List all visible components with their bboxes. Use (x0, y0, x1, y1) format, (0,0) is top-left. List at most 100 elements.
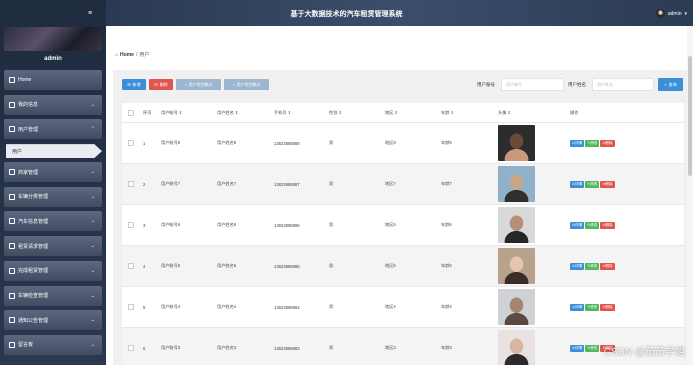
gender-stats-button-2[interactable]: < 用户性别统计 (224, 79, 269, 90)
chevron-down-icon: ⌄ (90, 193, 95, 200)
header-checkbox-cell (122, 109, 140, 116)
sidebar-subitem-user[interactable]: 用户 (6, 144, 102, 159)
scrollbar-thumb[interactable] (688, 56, 692, 176)
search-account-input[interactable]: 用户账号 (501, 78, 564, 91)
cell-gender: 男 (329, 140, 334, 145)
home-icon (9, 77, 15, 83)
row-checkbox[interactable] (128, 181, 134, 187)
detail-button[interactable]: ⊙ 详情 (570, 262, 585, 270)
cell-name: 用户姓名3 (217, 345, 237, 350)
gender-stats-label: 用户性别统计 (188, 81, 213, 87)
cell-age: 年龄4 (441, 304, 452, 309)
row-checkbox[interactable] (128, 222, 134, 228)
sidebar-item-1[interactable]: 我的信息 ⌄ (4, 94, 102, 115)
message-icon (9, 341, 15, 348)
column-header[interactable]: 年龄 ⇕ (438, 110, 495, 116)
row-checkbox[interactable] (128, 140, 134, 146)
scrollbar[interactable] (687, 26, 693, 365)
cell-photo (495, 125, 567, 161)
cell-gender: 男 (329, 181, 334, 186)
column-header[interactable]: 头像 ⇕ (495, 110, 567, 116)
cell-photo (495, 289, 567, 325)
cell-age: 年龄8 (441, 140, 452, 145)
cell-phone: 13823888885 (274, 263, 300, 269)
gender-stats-button[interactable]: < 用户性别统计 (176, 79, 221, 90)
chevron-down-icon: ⌄ (90, 292, 95, 299)
sidebar-item-4[interactable]: 车辆分类管理 ⌄ (4, 186, 102, 207)
row-checkbox[interactable] (128, 304, 134, 310)
edit-button[interactable]: ✎ 修改 (585, 139, 600, 147)
search-button[interactable]: ⌕ 查询 (658, 78, 683, 91)
edit-button[interactable]: ✎ 修改 (585, 303, 600, 311)
cell-actions: ⊙ 详情 ✎ 修改 ✕ 删除 (567, 180, 684, 188)
column-header[interactable]: 用户姓名 ⇕ (214, 110, 271, 116)
detail-button[interactable]: ⊙ 详情 (570, 139, 585, 147)
cell-phone: 13823888884 (274, 304, 300, 310)
detail-button[interactable]: ⊙ 详情 (570, 344, 585, 352)
cell-no: 5 (143, 304, 146, 310)
user-avatar-photo (498, 248, 535, 284)
sidebar-item-9[interactable]: 通知公告管理 ⌄ (4, 310, 102, 331)
edit-button[interactable]: ✎ 修改 (585, 221, 600, 229)
cell-age: 年龄3 (441, 345, 452, 350)
sidebar-item-0[interactable]: Home (4, 70, 102, 90)
cell-no: 3 (143, 222, 146, 228)
edit-button[interactable]: ✎ 修改 (585, 262, 600, 270)
column-header[interactable]: 性别 ⇕ (326, 110, 382, 116)
cell-actions: ⊙ 详情 ✎ 修改 ✕ 删除 (567, 303, 684, 311)
column-header[interactable]: 用户账号 ⇕ (158, 110, 214, 116)
cell-gender: 男 (329, 304, 334, 309)
sidebar-item-10[interactable]: 留言板 ⌄ (4, 334, 102, 355)
search-name-input[interactable]: 用户姓名 (592, 78, 654, 91)
column-header[interactable]: 手机号 ⇕ (271, 110, 326, 116)
edit-button[interactable]: ✎ 修改 (585, 344, 600, 352)
detail-button[interactable]: ⊙ 详情 (570, 221, 585, 229)
breadcrumb-home[interactable]: Home (120, 52, 134, 58)
column-header[interactable]: 地区 ⇕ (382, 110, 438, 116)
delete-label: 删除 (605, 222, 613, 227)
user-menu[interactable]: admin ▾ (655, 9, 687, 18)
breadcrumb-current: 用户 (139, 52, 150, 58)
top-bar: 基于大数据技术的汽车租赁管理系统 admin ▾ (106, 0, 693, 26)
cell-account: 用户账号7 (161, 181, 181, 186)
row-delete-button[interactable]: ✕ 删除 (600, 221, 615, 229)
select-all-checkbox[interactable] (128, 109, 134, 116)
watermark: CSDN @茄茄学姐 (603, 347, 685, 358)
cell-age: 年龄5 (441, 263, 452, 268)
row-checkbox-cell (122, 263, 140, 269)
sidebar-item-8[interactable]: 车辆检查管理 ⌄ (4, 285, 102, 306)
cell-account: 用户账号6 (161, 222, 181, 227)
edit-label: 修改 (590, 140, 598, 145)
column-header[interactable]: 序号 (140, 110, 158, 116)
sidebar-item-label: 我的信息 (18, 102, 39, 109)
cell-age: 年龄6 (441, 222, 452, 227)
row-delete-button[interactable]: ✕ 删除 (600, 262, 615, 270)
cell-actions: ⊙ 详情 ✎ 修改 ✕ 删除 (567, 221, 684, 229)
delete-label: 删除 (605, 304, 613, 309)
row-checkbox[interactable] (128, 345, 134, 351)
sidebar-item-3[interactable]: 商家管理 ⌄ (4, 162, 102, 183)
sidebar-item-6[interactable]: 租赁请求管理 ⌄ (4, 236, 102, 257)
detail-button[interactable]: ⊙ 详情 (570, 180, 585, 188)
detail-button[interactable]: ⊙ 详情 (570, 303, 585, 311)
sidebar-item-label: 租赁请求管理 (18, 243, 49, 250)
row-delete-button[interactable]: ✕ 删除 (600, 303, 615, 311)
row-checkbox[interactable] (128, 263, 134, 269)
sidebar-item-7[interactable]: 完成租赁管理 ⌄ (4, 260, 102, 281)
row-checkbox-cell (122, 345, 140, 351)
sidebar-item-2[interactable]: 用户管理 ⌃ (4, 119, 102, 140)
sidebar-item-5[interactable]: 汽车信息管理 ⌄ (4, 211, 102, 232)
edit-button[interactable]: ✎ 修改 (585, 180, 600, 188)
column-header[interactable]: 操作 (567, 110, 684, 116)
cell-name: 用户姓名8 (217, 140, 237, 145)
table-row: 1 用户账号8 用户姓名8 13823888888 男 地区8 年龄8 ⊙ 详情 ✎ 修改 ✕ 删… (122, 123, 684, 164)
user-avatar (655, 9, 665, 18)
row-checkbox-cell (122, 304, 140, 310)
row-delete-button[interactable]: ✕ 删除 (600, 180, 615, 188)
sidebar-item-label: 通知公告管理 (18, 317, 49, 324)
add-button[interactable]: ⊞ 新增 (122, 79, 146, 90)
delete-button[interactable]: ⊟ 删除 (149, 79, 173, 90)
row-delete-button[interactable]: ✕ 删除 (600, 139, 615, 147)
detail-label: 详情 (575, 181, 583, 186)
chevron-down-icon: ⌄ (90, 267, 95, 274)
